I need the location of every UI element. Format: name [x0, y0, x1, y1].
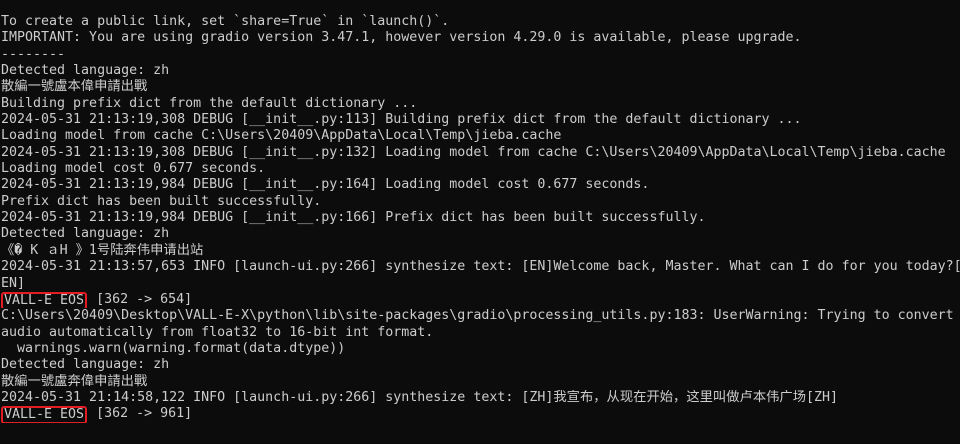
console-line: 2024-05-31 21:13:19,984 DEBUG [__init__.…	[1, 210, 706, 226]
eos-highlight-box: VALL-E EOS	[1, 406, 88, 423]
console-line: warnings.warn(warning.format(data.dtype)…	[1, 340, 346, 356]
console-line: IMPORTANT: You are using gradio version …	[1, 30, 802, 46]
console-line: Building prefix dict from the default di…	[1, 95, 418, 111]
console-line: 2024-05-31 21:14:58,122 INFO [launch-ui.…	[1, 389, 839, 405]
console-line: C:\Users\20409\Desktop\VALL-E-X\python\l…	[1, 308, 954, 324]
console-line: Loading model from cache C:\Users\20409\…	[1, 128, 562, 144]
console-line: Detected language: zh	[1, 63, 170, 79]
console-line: Detected language: zh	[1, 226, 170, 242]
console-line: Prefix dict has been built successfully.	[1, 193, 322, 209]
console-line: To create a public link, set `share=True…	[1, 14, 450, 29]
console-line: 散編一號盧奔偉申請出戰	[1, 373, 148, 389]
console-line: --------	[1, 46, 66, 62]
console-line: 2024-05-31 21:13:19,308 DEBUG [__init__.…	[1, 112, 802, 128]
eos-highlight-box: VALL-E EOS	[1, 291, 88, 309]
eos-range-text: [362 -> 654]	[88, 291, 193, 307]
eos-line: VALL-E EOS [362 -> 961]	[0, 406, 960, 423]
terminal-window[interactable]: To create a public link, set `share=True…	[0, 0, 960, 444]
console-line: 2024-05-31 21:13:19,984 DEBUG [__init__.…	[1, 177, 650, 193]
console-line: audio automatically from float32 to 16-b…	[1, 324, 434, 340]
console-line: EN]	[1, 275, 26, 291]
console-line: 2024-05-31 21:13:57,653 INFO [launch-ui.…	[1, 259, 960, 275]
console-line: 2024-05-31 21:13:19,308 DEBUG [__init__.…	[1, 144, 946, 160]
console-line: Loading model cost 0.677 seconds.	[1, 161, 266, 177]
eos-line: VALL-E EOS [362 -> 654]	[0, 291, 960, 309]
eos-range-text: [362 -> 961]	[88, 406, 193, 422]
console-line: Detected language: zh	[1, 357, 170, 373]
console-line: 散編一號盧本偉申請出戰	[1, 79, 148, 95]
console-line: 《� K ａH 》1号陆奔伟申请出站	[1, 242, 204, 258]
